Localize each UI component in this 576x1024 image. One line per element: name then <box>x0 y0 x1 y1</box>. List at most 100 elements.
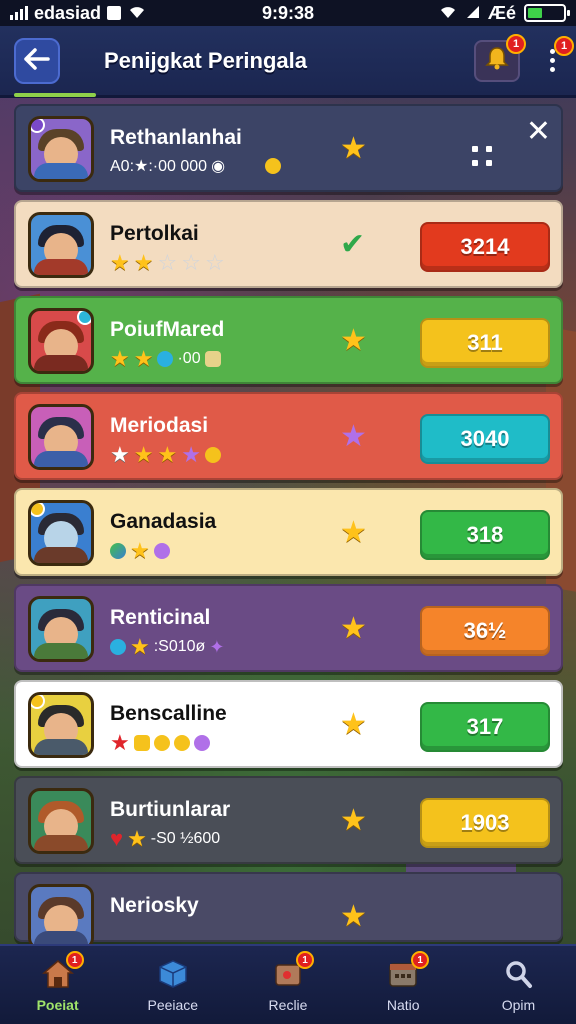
dpad-icon <box>472 146 494 168</box>
more-menu-button[interactable]: 1 <box>542 35 574 82</box>
rating-stars: ★ ★ ★ ★ <box>110 444 221 466</box>
cube-icon <box>153 957 193 991</box>
list-item[interactable]: Ganadasia ★ ★ 318 <box>14 488 563 576</box>
list-item[interactable]: Benscalline ★ ★ 317 <box>14 680 563 768</box>
star-icon: ★ <box>340 804 367 837</box>
star-icon: ★ <box>340 900 367 933</box>
tab-home[interactable]: 1 Poeiat <box>0 946 115 1024</box>
stats-text: A0:★:·00 000 <box>110 158 208 175</box>
check-icon: ✔ <box>340 228 366 261</box>
star-icon: ★ <box>133 250 154 275</box>
search-icon <box>498 957 538 991</box>
player-name: Meriodasi <box>110 414 209 437</box>
gem-icon <box>157 351 174 367</box>
star-icon: ★ <box>133 346 154 371</box>
list-item[interactable]: Renticinal ★ :S010ø ✦ ★ 36½ <box>14 584 563 672</box>
avatar <box>28 308 94 374</box>
close-button[interactable]: ✕ <box>526 114 551 149</box>
home-icon: 1 <box>38 951 84 991</box>
arrow-left-icon <box>24 44 50 78</box>
avatar <box>28 692 94 758</box>
pin-icon <box>31 503 45 517</box>
tab-label: Poeiat <box>36 997 79 1013</box>
player-stats: ★ <box>110 540 170 562</box>
leaderboard-list: Rethanlanhai A0:★:·00 000 ◉ ★ ✕ Pertolka… <box>14 104 563 950</box>
bell-icon <box>484 45 510 76</box>
list-item[interactable]: PoiufMared ★ ★ ·00 ★ 311 <box>14 296 563 384</box>
star-icon: ★ <box>110 250 130 275</box>
star-outline-icon: ☆ <box>204 250 225 275</box>
score-button[interactable]: 3214 <box>420 222 550 272</box>
stats-text: -S0 ½600 <box>150 830 221 847</box>
tab-scroll[interactable]: 1 Reclie <box>230 946 345 1024</box>
avatar <box>28 404 94 470</box>
avatar <box>28 116 94 182</box>
star-icon: ✦ <box>209 637 225 657</box>
more-dot-icon <box>549 58 555 63</box>
tab-badge: 1 <box>65 951 84 969</box>
list-item[interactable]: Pertolkai ★ ★ ☆ ☆ ☆ ✔ 3214 <box>14 200 563 288</box>
star-icon: ★ <box>181 442 201 467</box>
player-stats: ♥ ★ -S0 ½600 <box>110 828 220 850</box>
star-icon: ★ <box>110 346 130 371</box>
player-stats: A0:★:·00 000 ◉ <box>110 156 282 176</box>
coin-icon <box>153 735 170 751</box>
player-stats: ★ ★ ·00 <box>110 348 221 370</box>
cell-signal-icon <box>466 3 480 24</box>
star-icon: ★ <box>110 442 130 467</box>
player-name: Burtiunlarar <box>110 798 231 821</box>
score-button[interactable]: 3040 <box>420 414 550 464</box>
carrier-label: edasiad <box>34 2 102 23</box>
tab-calendar[interactable]: 1 Natio <box>346 946 461 1024</box>
notifications-button[interactable]: 1 <box>474 33 526 82</box>
status-left: edasiad <box>10 3 147 24</box>
coin-icon <box>204 447 221 463</box>
tab-label: Opim <box>501 997 536 1013</box>
player-name: Pertolkai <box>110 222 199 245</box>
tab-search[interactable]: Opim <box>461 946 576 1024</box>
score-button[interactable]: 1903 <box>420 798 550 848</box>
star-icon: ★ <box>127 826 147 851</box>
battery-icon <box>524 4 570 22</box>
list-item[interactable]: Meriodasi ★ ★ ★ ★ ★ 3040 <box>14 392 563 480</box>
star-icon: ★ <box>110 730 130 755</box>
tab-label: Peeiace <box>147 997 199 1013</box>
star-icon: ★ <box>130 634 150 659</box>
player-name: Renticinal <box>110 606 211 629</box>
star-outline-icon: ☆ <box>181 250 201 275</box>
player-name: Benscalline <box>110 702 227 725</box>
list-item[interactable]: Rethanlanhai A0:★:·00 000 ◉ ★ ✕ <box>14 104 563 192</box>
score-button[interactable]: 318 <box>420 510 550 560</box>
star-icon: ★ <box>130 538 150 563</box>
status-indicators: Æé <box>487 2 516 23</box>
wifi-icon <box>127 3 147 24</box>
tab-label: Reclie <box>268 997 308 1013</box>
stats-text: ·00 <box>177 350 201 367</box>
more-badge: 1 <box>554 35 574 56</box>
score-button[interactable]: 36½ <box>420 606 550 656</box>
star-icon: ★ <box>340 516 367 549</box>
pot-icon: ◉ <box>211 158 226 175</box>
pin-icon <box>77 311 91 325</box>
score-button[interactable]: 317 <box>420 702 550 752</box>
signal-icon <box>10 6 28 20</box>
shield-icon <box>110 639 126 655</box>
ball-icon <box>110 543 126 559</box>
gem-icon <box>193 735 210 751</box>
star-icon: ★ <box>340 612 367 645</box>
coin-icon <box>265 158 282 174</box>
tab-badge: 1 <box>296 951 314 969</box>
list-item[interactable]: Burtiunlarar ♥ ★ -S0 ½600 ★ 1903 <box>14 776 563 864</box>
player-name: Ganadasia <box>110 510 217 533</box>
star-purple-icon: ★ <box>340 420 367 453</box>
avatar <box>28 788 94 854</box>
status-bar: edasiad 9:9:38 Æé <box>0 0 576 26</box>
list-item[interactable]: Neriosky ★ <box>14 872 563 950</box>
back-button[interactable] <box>14 37 60 84</box>
wifi-icon <box>438 3 458 24</box>
score-button[interactable]: 311 <box>420 318 550 368</box>
avatar <box>28 212 94 278</box>
player-name: Rethanlanhai <box>110 126 242 149</box>
calendar-icon: 1 <box>383 951 430 991</box>
tab-cube[interactable]: Peeiace <box>115 946 230 1024</box>
